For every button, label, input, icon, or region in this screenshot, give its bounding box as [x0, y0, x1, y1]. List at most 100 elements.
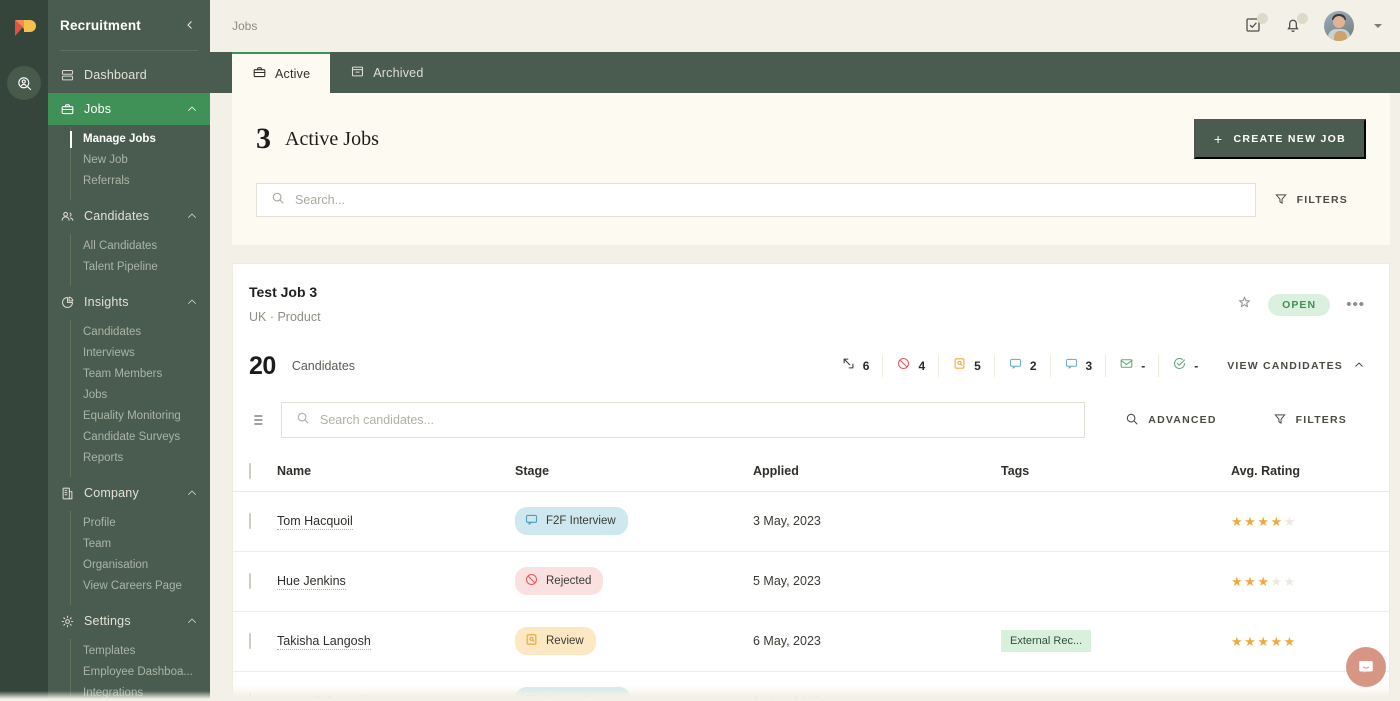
sidebar-subitem-profile[interactable]: Profile [71, 513, 210, 534]
star-outline-icon[interactable] [1237, 295, 1252, 315]
row-checkbox[interactable] [249, 513, 251, 529]
star-1[interactable]: ★ [1231, 515, 1243, 528]
sidebar-item-settings[interactable]: Settings [48, 605, 210, 637]
stat-review-note[interactable]: 5 [938, 355, 994, 377]
intercom-chat-button[interactable] [1346, 647, 1386, 687]
stage-badge[interactable]: F2F Interview [515, 507, 628, 535]
column-name[interactable]: Name [277, 452, 515, 492]
sidebar-subitem-manage-jobs[interactable]: Manage Jobs [70, 129, 210, 150]
sidebar-item-insights[interactable]: Insights [48, 286, 210, 318]
stat-check-circle[interactable]: - [1158, 355, 1211, 377]
sidebar-subitem-jobs[interactable]: Jobs [71, 385, 210, 406]
sidebar-item-candidates[interactable]: Candidates [48, 200, 210, 232]
sidebar-subitem-candidate-surveys[interactable]: Candidate Surveys [71, 427, 210, 448]
star-5[interactable]: ★ [1284, 575, 1296, 588]
search-input[interactable] [295, 193, 1241, 207]
breadcrumb[interactable]: Jobs [232, 19, 257, 33]
table-row[interactable]: Hilma O'Connell Phone Screen 8 May, 2023 ★ ★… [233, 671, 1389, 701]
avatar[interactable] [1324, 11, 1354, 41]
candidate-search-input[interactable] [320, 413, 1071, 427]
column-rating[interactable]: Avg. Rating [1231, 452, 1389, 492]
pinpoint-logo[interactable] [9, 14, 39, 44]
stage-badge[interactable]: Rejected [515, 567, 604, 595]
star-5[interactable]: ★ [1284, 695, 1296, 701]
bell-icon[interactable] [1284, 13, 1308, 36]
stage-badge[interactable]: Phone Screen [515, 687, 631, 701]
star-2[interactable]: ★ [1244, 635, 1256, 648]
ellipsis-icon[interactable]: ••• [1346, 297, 1365, 312]
sidebar-subitem-interviews[interactable]: Interviews [71, 343, 210, 364]
tab-archived[interactable]: Archived [330, 52, 443, 93]
table-row[interactable]: Tom Hacquoil F2F Interview 3 May, 2023 ★ ★ ★ ★… [233, 491, 1389, 552]
sidebar-subitem-team[interactable]: Team [71, 534, 210, 555]
chevron-up-icon[interactable] [186, 210, 198, 222]
star-2[interactable]: ★ [1244, 695, 1256, 701]
stat-chat-bubble[interactable]: 3 [1049, 355, 1106, 377]
star-5[interactable]: ★ [1284, 635, 1296, 648]
create-new-job-button[interactable]: + CREATE NEW JOB [1194, 119, 1366, 159]
table-row[interactable]: Hue Jenkins Rejected 5 May, 2023 ★ ★ ★ ★ ★ [233, 551, 1389, 612]
view-candidates-button[interactable]: VIEW CANDIDATES [1227, 359, 1365, 374]
stat-envelope[interactable]: - [1105, 355, 1158, 377]
stat-arrow-up-right-box[interactable]: 6 [828, 355, 883, 377]
chevron-left-icon[interactable] [184, 19, 196, 31]
sidebar-item-jobs[interactable]: Jobs [48, 93, 210, 125]
jobs-search-box[interactable] [256, 183, 1256, 217]
sidebar-subitem-employee-dashboa[interactable]: Employee Dashboa... [71, 662, 210, 683]
sidebar-subitem-referrals[interactable]: Referrals [71, 171, 210, 192]
star-2[interactable]: ★ [1244, 575, 1256, 588]
sidebar-subitem-team-members[interactable]: Team Members [71, 364, 210, 385]
sidebar-item-dashboard[interactable]: Dashboard [48, 59, 210, 91]
sidebar-subitem-all-candidates[interactable]: All Candidates [71, 236, 210, 257]
row-checkbox[interactable] [249, 693, 251, 701]
job-title[interactable]: Test Job 3 [249, 284, 321, 300]
star-5[interactable]: ★ [1284, 515, 1296, 528]
list-view-icon[interactable] [249, 412, 265, 428]
star-4[interactable]: ★ [1270, 695, 1282, 701]
table-row[interactable]: Takisha Langosh Review 6 May, 2023 External… [233, 611, 1389, 672]
star-3[interactable]: ★ [1257, 695, 1269, 701]
candidate-search-box[interactable] [281, 402, 1086, 438]
sidebar-subitem-organisation[interactable]: Organisation [71, 555, 210, 576]
star-1[interactable]: ★ [1231, 695, 1243, 701]
star-1[interactable]: ★ [1231, 635, 1243, 648]
star-3[interactable]: ★ [1257, 515, 1269, 528]
star-3[interactable]: ★ [1257, 635, 1269, 648]
advanced-search-button[interactable]: ADVANCED [1107, 412, 1234, 429]
stage-badge[interactable]: Review [515, 627, 596, 655]
sidebar-subitem-new-job[interactable]: New Job [71, 150, 210, 171]
candidate-filters-button[interactable]: FILTERS [1255, 412, 1365, 429]
chevron-up-icon[interactable] [186, 296, 198, 308]
tag-chip[interactable]: External Rec... [1001, 630, 1092, 652]
sidebar-subitem-candidates[interactable]: Candidates [71, 322, 210, 343]
star-1[interactable]: ★ [1231, 575, 1243, 588]
sidebar-item-company[interactable]: Company [48, 477, 210, 509]
column-applied[interactable]: Applied [753, 452, 1001, 492]
sidebar-subitem-talent-pipeline[interactable]: Talent Pipeline [71, 257, 210, 278]
sidebar-subitem-integrations[interactable]: Integrations [71, 683, 210, 701]
star-3[interactable]: ★ [1257, 575, 1269, 588]
chevron-down-icon[interactable] [1374, 24, 1382, 28]
checkbox-task-icon[interactable] [1244, 13, 1268, 36]
candidate-name-link[interactable]: Tom Hacquoil [277, 514, 353, 530]
sidebar-subitem-view-careers-page[interactable]: View Careers Page [71, 576, 210, 597]
sidebar-subitem-templates[interactable]: Templates [71, 641, 210, 662]
sidebar-subitem-equality-monitoring[interactable]: Equality Monitoring [71, 406, 210, 427]
candidate-search-button[interactable] [7, 66, 41, 100]
candidate-name-link[interactable]: Hue Jenkins [277, 574, 346, 590]
star-4[interactable]: ★ [1270, 515, 1282, 528]
jobs-filters-button[interactable]: FILTERS [1256, 192, 1366, 209]
sidebar-subitem-reports[interactable]: Reports [71, 448, 210, 469]
stat-chat-bubble[interactable]: 2 [993, 355, 1050, 377]
stat-rejected-circle[interactable]: 4 [882, 355, 938, 377]
chevron-up-icon[interactable] [186, 103, 198, 115]
column-tags[interactable]: Tags [1001, 452, 1231, 492]
chevron-up-icon[interactable] [186, 615, 198, 627]
column-stage[interactable]: Stage [515, 452, 753, 492]
select-all-checkbox[interactable] [249, 463, 251, 479]
chevron-up-icon[interactable] [186, 487, 198, 499]
row-checkbox[interactable] [249, 633, 251, 649]
candidate-name-link[interactable]: Takisha Langosh [277, 634, 371, 650]
star-2[interactable]: ★ [1244, 515, 1256, 528]
tab-active[interactable]: Active [232, 52, 331, 93]
